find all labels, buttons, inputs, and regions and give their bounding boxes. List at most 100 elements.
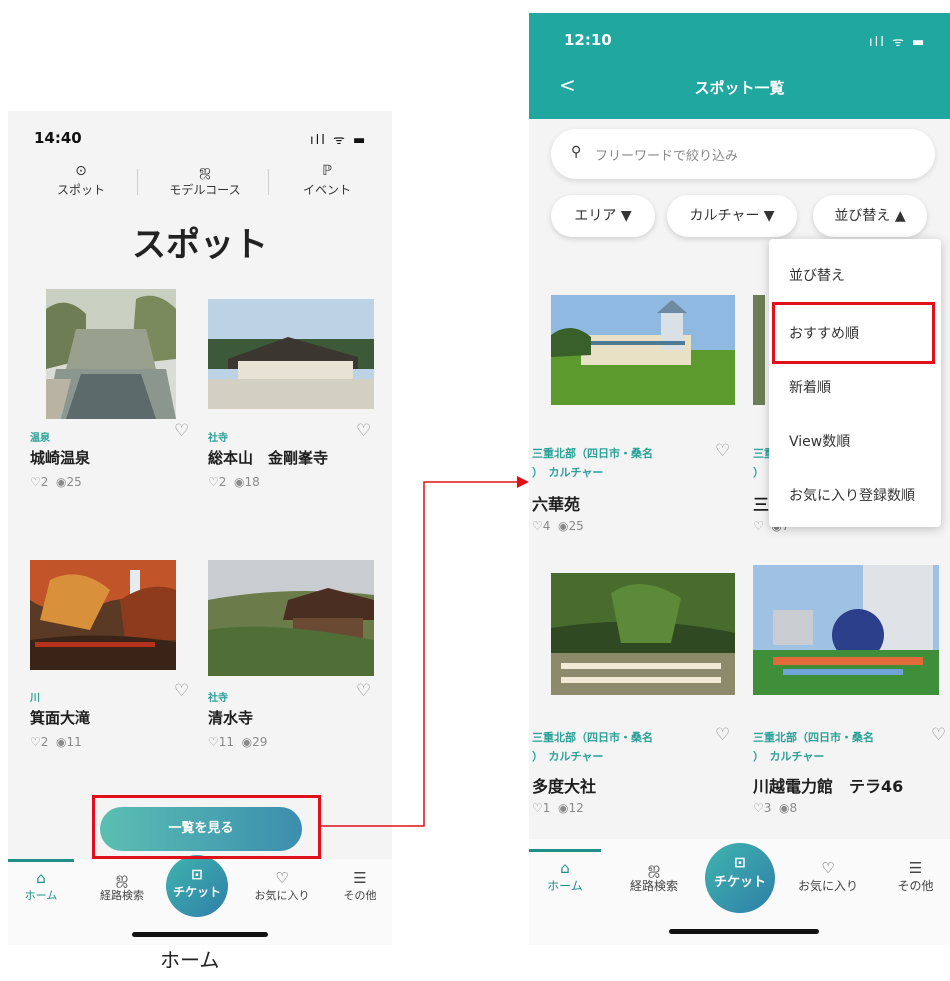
highlight-frame-recommended xyxy=(772,302,935,364)
spot-title[interactable]: 六華苑 xyxy=(532,491,580,515)
views-count: ◉11 xyxy=(56,735,82,749)
active-tab-indicator xyxy=(8,859,74,862)
tab-label: お気に入り xyxy=(797,879,858,893)
tab-label: チケット xyxy=(713,875,766,890)
flag-icon: ℙ xyxy=(322,163,332,179)
top-nav-label: モデルコース xyxy=(169,183,241,197)
top-nav-label: イベント xyxy=(302,183,351,197)
favorite-heart-icon[interactable]: ♡ xyxy=(715,443,730,460)
likes-count: ♡1 xyxy=(532,801,551,815)
spot-title[interactable]: 川越電力館 テラ46 xyxy=(753,773,903,797)
sort-option-favorite-count[interactable]: お気に入り登録数順 xyxy=(789,485,915,505)
spot-stats: ♡2 ◉18 xyxy=(208,475,260,489)
tab-label: その他 xyxy=(897,879,934,893)
ticket-icon: ⊡ xyxy=(734,855,746,871)
active-tab-indicator xyxy=(529,849,601,852)
tab-label: その他 xyxy=(343,889,377,902)
tab-other[interactable]: ☰ その他 xyxy=(328,869,392,903)
spot-image-kawagoe-tera46[interactable] xyxy=(753,565,939,695)
search-placeholder: フリーワードで絞り込み xyxy=(595,149,739,164)
spot-image-tado-taisha[interactable] xyxy=(551,573,735,695)
likes-count: ♡2 xyxy=(30,475,49,489)
filter-area-dropdown[interactable]: エリア ▼ xyxy=(551,195,655,237)
ticket-icon: ⊡ xyxy=(191,867,203,883)
page-title: スポット xyxy=(132,225,268,265)
spot-stats: ♡2 ◉11 xyxy=(30,735,82,749)
tab-route-search[interactable]: ஜ 経路検索 xyxy=(84,869,160,903)
spot-genre: ） カルチャー xyxy=(753,750,825,763)
views-count: ◉25 xyxy=(558,519,584,533)
top-nav-spot[interactable]: ⊙ スポット xyxy=(26,163,136,198)
page-title: スポット一覧 xyxy=(694,79,785,97)
spot-stats: ♡1 ◉12 xyxy=(532,801,584,815)
tab-bar: ⌂ ホーム ஜ 経路検索 ⊡ チケット ♡ お気に入り ☰ その他 xyxy=(8,855,392,945)
favorite-heart-icon[interactable]: ♡ xyxy=(931,727,946,744)
menu-icon: ☰ xyxy=(353,869,367,887)
flow-arrow xyxy=(321,476,529,827)
spot-image-rokkaen[interactable] xyxy=(551,295,735,405)
favorite-heart-icon[interactable]: ♡ xyxy=(715,727,730,744)
spot-title[interactable]: 総本山 金剛峯寺 xyxy=(208,447,328,468)
spot-list-screen: 12:10 ıll ᯤ ▬ < スポット一覧 ⚲ フリーワードで絞り込み エリア… xyxy=(529,13,950,945)
sort-option-newest[interactable]: 新着順 xyxy=(789,377,831,397)
top-nav-label: スポット xyxy=(56,183,105,197)
spot-stats: ♡11 ◉29 xyxy=(208,735,267,749)
tab-favorites[interactable]: ♡ お気に入り xyxy=(783,859,873,894)
spot-category: 川 xyxy=(30,693,40,704)
tab-home[interactable]: ⌂ ホーム xyxy=(8,869,74,903)
tab-home[interactable]: ⌂ ホーム xyxy=(529,859,601,894)
heart-icon: ♡ xyxy=(275,869,289,887)
spot-genre: ） カルチャー xyxy=(532,466,604,479)
filter-culture-dropdown[interactable]: カルチャー ▼ xyxy=(667,195,797,237)
spot-title[interactable]: 三 xyxy=(753,491,769,515)
home-indicator xyxy=(669,929,819,934)
likes-count: ♡2 xyxy=(208,475,227,489)
spot-region: 三重北部（四日市・桑名 xyxy=(532,447,653,460)
spot-title[interactable]: 多度大社 xyxy=(532,773,596,797)
route-icon: ஜ xyxy=(199,163,211,179)
spot-title[interactable]: 城崎温泉 xyxy=(30,447,90,468)
tab-route-search[interactable]: ஜ 経路検索 xyxy=(611,859,697,894)
spot-stats: ♡2 ◉25 xyxy=(30,475,82,489)
status-time: 14:40 xyxy=(34,129,82,147)
spot-image-kinosaki[interactable] xyxy=(46,289,176,419)
tab-ticket[interactable]: ⊡ チケット xyxy=(166,855,228,917)
tab-label: お気に入り xyxy=(254,889,310,902)
spot-title[interactable]: 箕面大滝 xyxy=(30,707,90,728)
tab-label: ホーム xyxy=(24,889,58,902)
views-count: ◉29 xyxy=(241,735,268,749)
home-icon: ⌂ xyxy=(560,859,570,877)
home-indicator xyxy=(132,932,268,937)
top-nav-event[interactable]: ℙ イベント xyxy=(272,163,382,198)
favorite-heart-icon[interactable]: ♡ xyxy=(174,683,189,700)
spot-image-kongobuji[interactable] xyxy=(208,299,374,409)
favorite-heart-icon[interactable]: ♡ xyxy=(356,423,371,440)
search-input[interactable]: ⚲ フリーワードで絞り込み xyxy=(551,129,935,179)
status-icons: ıll ᯤ ▬ xyxy=(869,35,927,50)
highlight-frame-view-all xyxy=(92,795,321,859)
search-icon: ⚲ xyxy=(571,144,582,160)
spot-stats: ♡4 ◉25 xyxy=(532,519,584,533)
spot-category: 温泉 xyxy=(30,433,50,444)
favorite-heart-icon[interactable]: ♡ xyxy=(174,423,189,440)
heart-icon: ♡ xyxy=(821,859,835,877)
status-time: 12:10 xyxy=(564,31,612,49)
spot-stats: ♡3 ◉8 xyxy=(753,801,797,815)
sort-menu: 並び替え おすすめ順 新着順 View数順 お気に入り登録数順 xyxy=(769,239,941,527)
spot-image-partial xyxy=(753,295,765,405)
views-count: ◉25 xyxy=(56,475,82,489)
tab-favorites[interactable]: ♡ お気に入り xyxy=(242,869,322,903)
tab-ticket[interactable]: ⊡ チケット xyxy=(705,843,775,913)
spot-title[interactable]: 清水寺 xyxy=(208,707,253,728)
route-search-icon: ஜ xyxy=(115,869,129,887)
tab-other[interactable]: ☰ その他 xyxy=(881,859,950,894)
sort-option-view-count[interactable]: View数順 xyxy=(789,431,850,451)
sort-dropdown[interactable]: 並び替え ▲ xyxy=(813,195,927,237)
views-count: ◉8 xyxy=(779,801,798,815)
spot-image-minoo-falls[interactable] xyxy=(30,560,176,670)
spot-category: 社寺 xyxy=(208,693,228,704)
top-nav-model-course[interactable]: ஜ モデルコース xyxy=(150,163,260,198)
tab-label: チケット xyxy=(172,885,221,899)
likes-count: ♡11 xyxy=(208,735,235,749)
nav-divider xyxy=(268,169,269,195)
